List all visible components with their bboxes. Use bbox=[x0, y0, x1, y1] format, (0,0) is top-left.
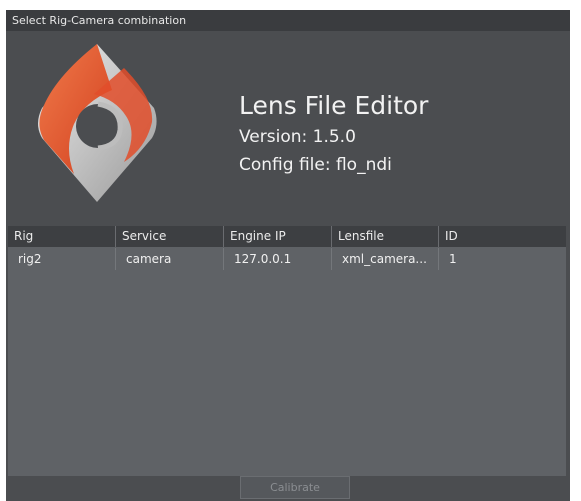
app-logo bbox=[38, 44, 157, 202]
column-header-service[interactable]: Service bbox=[116, 226, 224, 247]
rig-camera-dialog: Select Rig-Camera combination Lens File … bbox=[6, 10, 570, 501]
cell-service: camera bbox=[116, 248, 224, 270]
cell-id: 1 bbox=[449, 252, 457, 266]
header-area: Lens File Editor Version: 1.5.0 Config f… bbox=[6, 31, 570, 235]
rig-camera-table: Rig Service Engine IP Lensfile ID rig2 c… bbox=[8, 226, 566, 476]
column-header-id[interactable]: ID bbox=[439, 226, 546, 247]
app-config: Config file: flo_ndi bbox=[239, 155, 392, 175]
column-header-rig[interactable]: Rig bbox=[8, 226, 116, 247]
table-header: Rig Service Engine IP Lensfile ID bbox=[8, 226, 566, 247]
dialog-title: Select Rig-Camera combination bbox=[6, 10, 570, 31]
app-name: Lens File Editor bbox=[239, 91, 429, 120]
cell-engine-ip: 127.0.0.1 bbox=[224, 248, 332, 270]
cell-lensfile: xml_camera... bbox=[332, 248, 439, 270]
app-version: Version: 1.5.0 bbox=[239, 127, 356, 147]
calibrate-button[interactable]: Calibrate bbox=[240, 476, 350, 499]
column-header-engine-ip[interactable]: Engine IP bbox=[224, 226, 332, 247]
dialog-footer: Calibrate bbox=[6, 476, 570, 501]
table-body: rig2 camera 127.0.0.1 xml_camera... 1 bbox=[8, 248, 566, 270]
cell-rig: rig2 bbox=[8, 248, 116, 270]
table-row[interactable]: rig2 camera 127.0.0.1 xml_camera... 1 bbox=[8, 248, 566, 270]
column-header-lensfile[interactable]: Lensfile bbox=[332, 226, 439, 247]
